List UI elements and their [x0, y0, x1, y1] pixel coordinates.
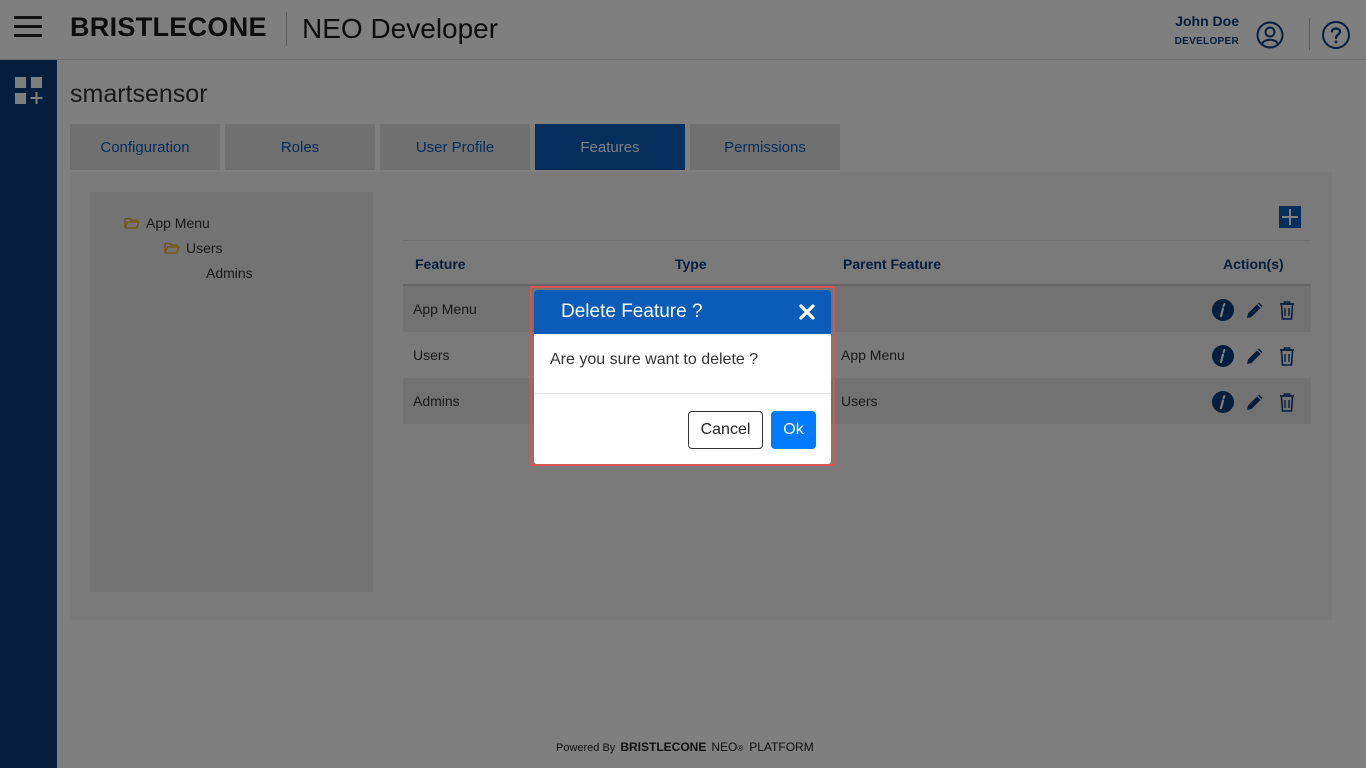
modal-header: Delete Feature ? [534, 290, 831, 334]
modal-message: Are you sure want to delete ? [550, 351, 759, 368]
modal-body: Are you sure want to delete ? [534, 334, 831, 394]
close-icon[interactable] [796, 301, 818, 323]
ok-button[interactable]: Ok [771, 411, 816, 449]
cancel-button[interactable]: Cancel [688, 411, 763, 449]
delete-feature-dialog: Delete Feature ? Are you sure want to de… [534, 290, 831, 464]
modal-title: Delete Feature ? [561, 301, 703, 322]
